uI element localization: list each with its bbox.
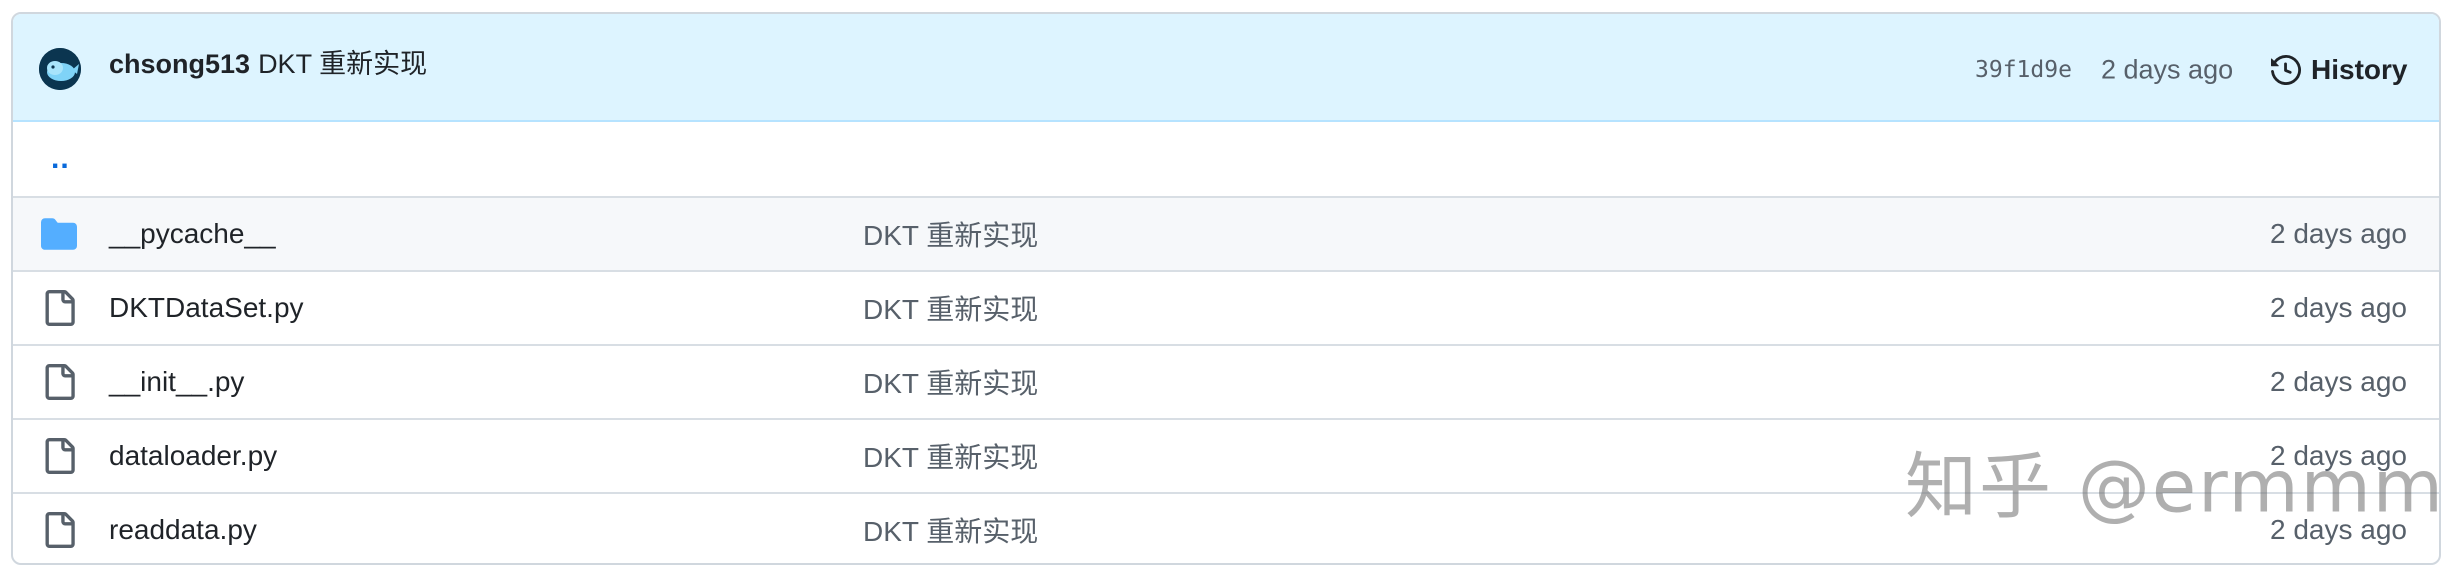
commit-author-link[interactable]: chsong513 (109, 49, 250, 79)
file-name-link[interactable]: readdata.py (109, 514, 257, 546)
file-name-link[interactable]: DKTDataSet.py (109, 292, 304, 324)
parent-directory-row[interactable]: .. (13, 122, 2439, 196)
file-commit-time: 2 days ago (2270, 440, 2407, 471)
file-row[interactable]: __pycache__ DKT 重新实现 2 days ago (13, 196, 2439, 270)
commit-time: 2 days ago (2101, 54, 2234, 85)
file-row[interactable]: readdata.py DKT 重新实现 2 days ago (13, 492, 2439, 563)
file-commit-message-link[interactable]: DKT 重新实现 (863, 436, 1038, 476)
file-commit-message-link[interactable]: DKT 重新实现 (863, 510, 1038, 550)
history-label: History (2311, 54, 2408, 85)
parent-directory-link[interactable]: .. (51, 142, 70, 176)
file-row[interactable]: DKTDataSet.py DKT 重新实现 2 days ago (13, 270, 2439, 344)
commit-summary: chsong513 DKT 重新实现 (109, 48, 427, 80)
author-avatar[interactable] (39, 48, 81, 90)
file-name-link[interactable]: dataloader.py (109, 440, 277, 472)
history-button[interactable]: History (2271, 54, 2407, 86)
file-commit-time: 2 days ago (2270, 218, 2407, 249)
folder-icon (41, 216, 77, 252)
file-icon (41, 438, 77, 474)
file-browser: chsong513 DKT 重新实现 39f1d9e 2 days ago His… (11, 12, 2441, 565)
file-row[interactable]: dataloader.py DKT 重新实现 2 days ago (13, 418, 2439, 492)
file-commit-message-link[interactable]: DKT 重新实现 (863, 362, 1038, 402)
commit-sha-link[interactable]: 39f1d9e (1975, 57, 2072, 83)
file-commit-message-link[interactable]: DKT 重新实现 (863, 288, 1038, 328)
file-icon (41, 364, 77, 400)
file-icon (41, 512, 77, 548)
file-commit-time: 2 days ago (2270, 292, 2407, 323)
file-commit-message-link[interactable]: DKT 重新实现 (863, 214, 1038, 254)
file-commit-time: 2 days ago (2270, 514, 2407, 545)
history-icon (2271, 55, 2301, 85)
file-name-link[interactable]: __init__.py (109, 366, 244, 398)
file-icon (41, 290, 77, 326)
file-name-link[interactable]: __pycache__ (109, 218, 276, 250)
latest-commit-bar: chsong513 DKT 重新实现 39f1d9e 2 days ago His… (13, 14, 2439, 122)
file-row[interactable]: __init__.py DKT 重新实现 2 days ago (13, 344, 2439, 418)
commit-message-link[interactable]: DKT 重新实现 (258, 49, 427, 79)
file-commit-time: 2 days ago (2270, 366, 2407, 397)
